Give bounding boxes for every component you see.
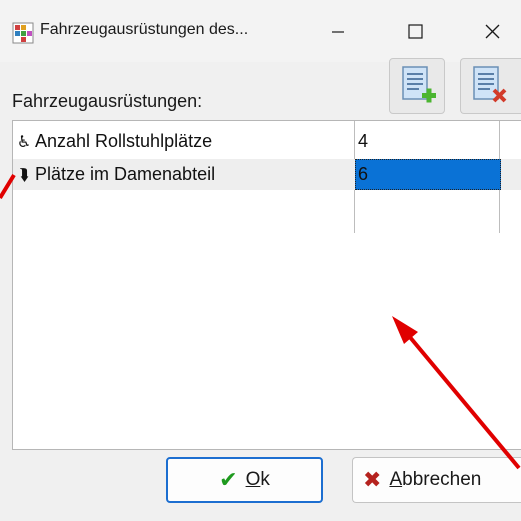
equipment-label: Fahrzeugausrüstungen: xyxy=(12,91,203,111)
table-row[interactable]: ♿ Anzahl Rollstuhlplätze 4 xyxy=(13,126,521,157)
equipment-name-cell[interactable]: ⮯ Plätze im Damenabteil xyxy=(13,159,353,190)
ok-button[interactable]: ✔ Ok xyxy=(166,457,323,503)
close-icon[interactable] xyxy=(472,14,512,50)
title-bar[interactable]: Fahrzeugausrüstungen des... xyxy=(0,0,521,62)
equipment-value-cell-selected[interactable]: 6 xyxy=(355,159,501,190)
female-seat-icon: ⮯ xyxy=(19,167,29,184)
add-document-icon xyxy=(402,66,436,103)
cancel-label: Abbrechen xyxy=(389,469,482,490)
table-row[interactable]: ⮯ Plätze im Damenabteil 6 xyxy=(13,159,521,190)
equipment-name: Plätze im Damenabteil xyxy=(35,164,216,184)
cross-icon: ✖ xyxy=(363,467,382,492)
maximize-icon[interactable] xyxy=(396,14,436,50)
delete-equipment-button[interactable] xyxy=(460,58,521,114)
checkmark-icon: ✔ xyxy=(219,467,238,492)
cancel-button[interactable]: ✖ Abbrechen xyxy=(352,457,521,503)
ok-label: Ok xyxy=(245,469,270,490)
window-title: Fahrzeugausrüstungen des... xyxy=(40,21,249,38)
delete-document-icon xyxy=(473,66,507,103)
app-icon xyxy=(12,22,34,44)
equipment-name-cell[interactable]: ♿ Anzahl Rollstuhlplätze xyxy=(13,126,353,157)
add-equipment-button[interactable] xyxy=(389,58,445,114)
equipment-name: Anzahl Rollstuhlplätze xyxy=(35,131,213,151)
wheelchair-icon: ♿ xyxy=(16,134,32,151)
dialog-window: Fahrzeugausrüstungen des... Fahrzeugausr… xyxy=(0,0,521,521)
equipment-value-cell[interactable]: 4 xyxy=(355,126,501,157)
minimize-icon[interactable] xyxy=(318,14,358,50)
equipment-table[interactable]: ♿ Anzahl Rollstuhlplätze 4 ⮯ Plätze im Dam… xyxy=(12,120,521,450)
